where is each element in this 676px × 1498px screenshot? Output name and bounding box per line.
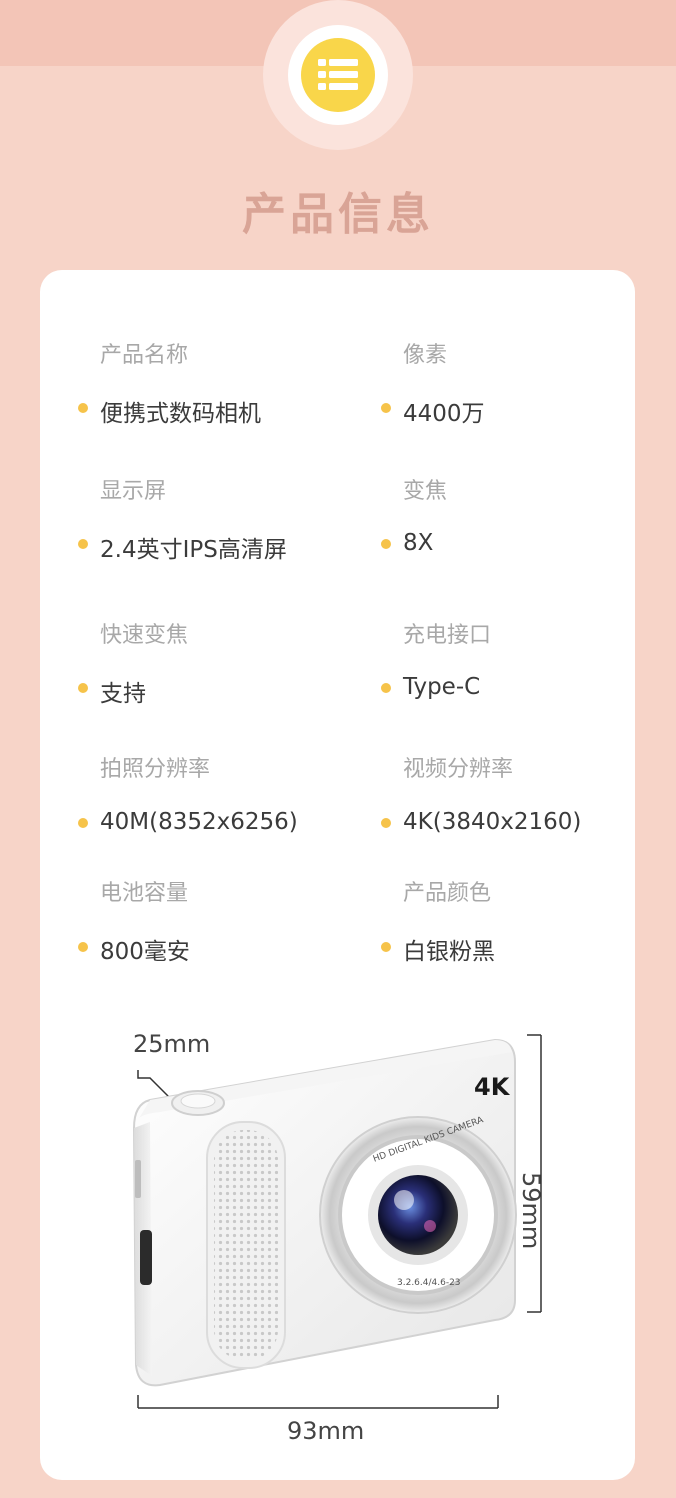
- lens-spec-text: 3.2.6.4/4.6-23: [397, 1278, 461, 1288]
- camera-4k-badge: 4K: [474, 1073, 510, 1101]
- camera-product-image: [132, 1034, 542, 1409]
